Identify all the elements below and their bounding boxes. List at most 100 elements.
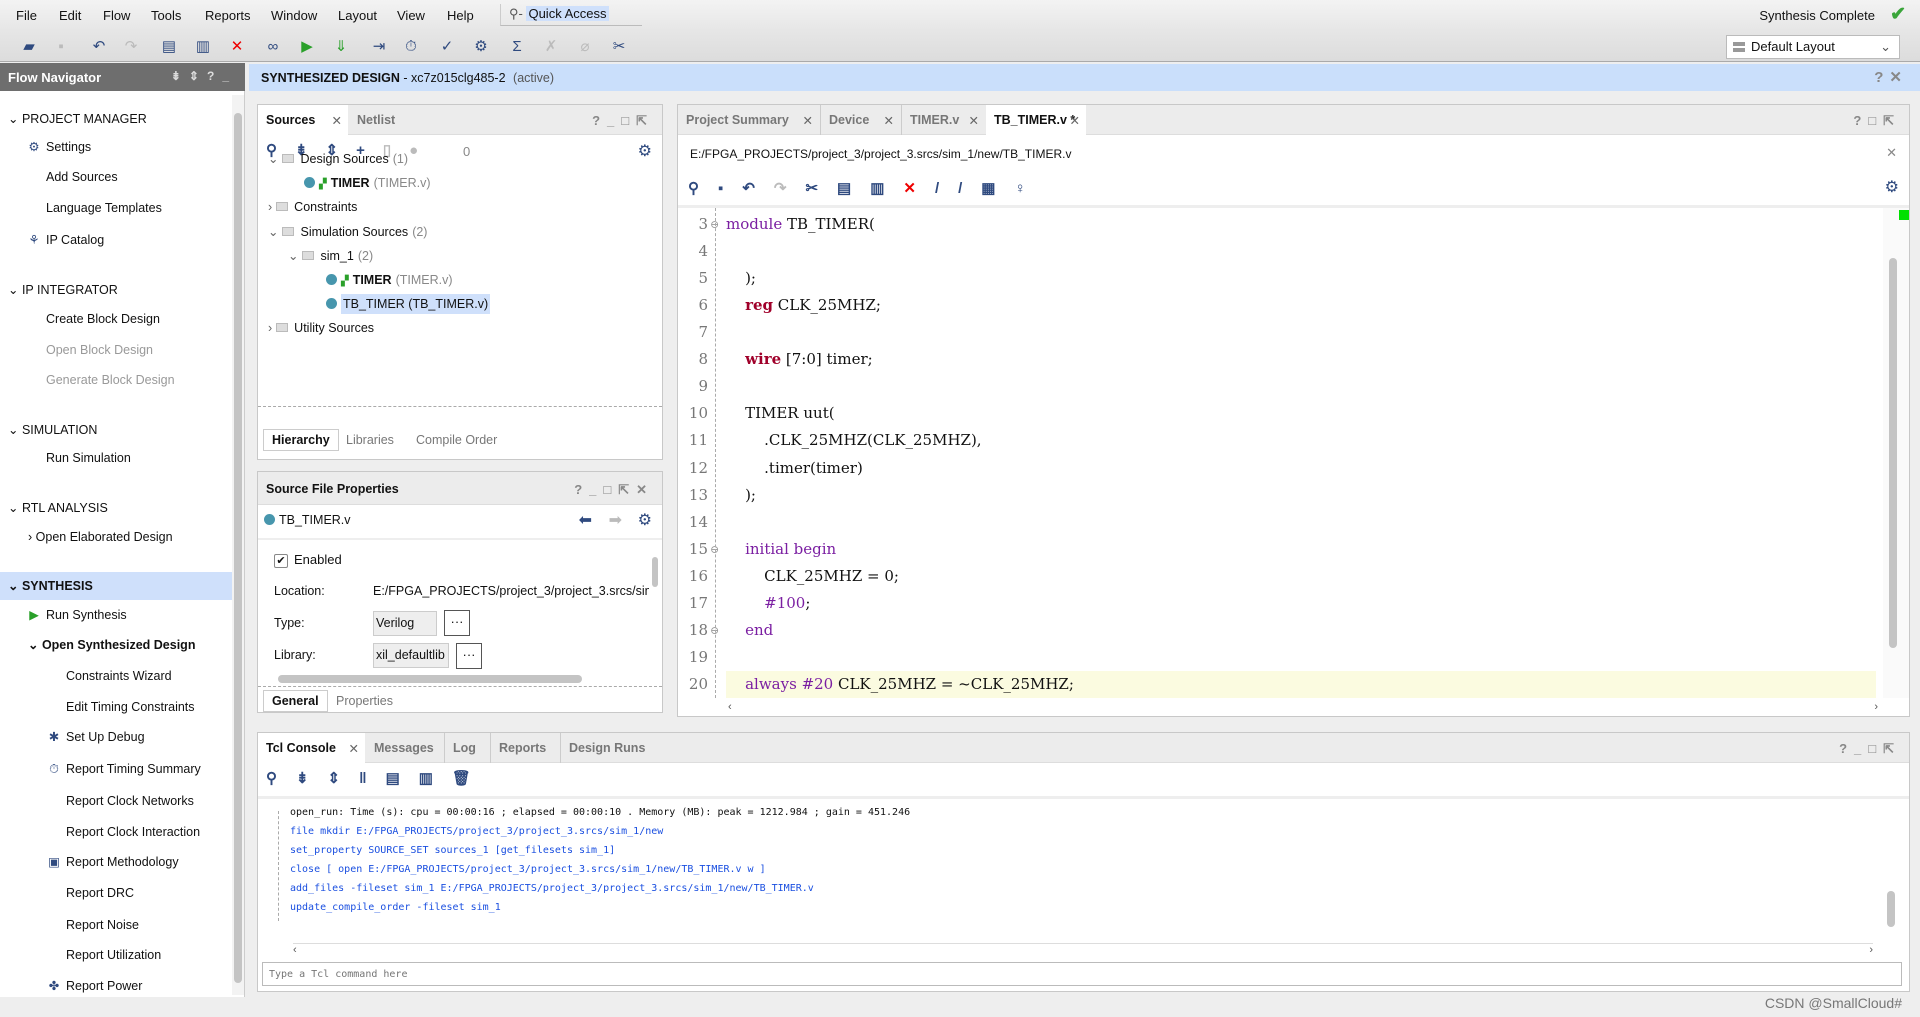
type-field[interactable]: Verilog xyxy=(373,611,437,636)
forward-arrow-icon[interactable]: ➡ xyxy=(609,510,622,530)
chevron-down-icon[interactable]: ⌄ xyxy=(8,283,22,297)
tab-libraries[interactable]: Libraries xyxy=(338,430,402,452)
tab-messages[interactable]: Messages xyxy=(366,733,441,763)
flow-item-edit-timing-constraints[interactable]: Edit Timing Constraints xyxy=(0,693,232,721)
flow-section-ip-integrator[interactable]: ⌄ IP INTEGRATOR xyxy=(0,276,232,304)
flow-item-add-sources[interactable]: Add Sources xyxy=(0,163,232,191)
flow-item-settings[interactable]: ⚙ Settings xyxy=(0,133,232,161)
panel-controls[interactable]: ?_□⇱✕ xyxy=(574,482,654,498)
tree-node[interactable]: ⌄ Simulation Sources (2) xyxy=(268,220,427,244)
tab-netlist[interactable]: Netlist xyxy=(349,105,409,135)
code-line[interactable]: 7 xyxy=(678,319,1858,346)
quick-access-search[interactable]: ⚲- Quick Access xyxy=(500,4,642,26)
flow-item-report-utilization[interactable]: Report Utilization xyxy=(0,941,232,969)
banner-controls[interactable]: ?✕ xyxy=(1874,68,1908,86)
flow-item-report-drc[interactable]: Report DRC xyxy=(0,879,232,907)
scroll-thumb[interactable] xyxy=(234,113,242,983)
gear-icon[interactable]: ⚙ xyxy=(1885,177,1899,197)
flow-item-open-elaborated-design[interactable]: › Open Elaborated Design xyxy=(0,523,232,551)
program-device-icon[interactable]: ⇓ xyxy=(330,36,352,58)
tab-log[interactable]: Log xyxy=(444,733,489,763)
flow-item-report-clock-interaction[interactable]: Report Clock Interaction xyxy=(0,818,232,846)
tab-reports[interactable]: Reports xyxy=(490,733,558,763)
cross-tools-icon[interactable]: ✂ xyxy=(608,36,630,58)
chevron-down-icon[interactable]: ⌄ xyxy=(268,152,278,166)
menu-window[interactable]: Window xyxy=(271,8,317,23)
flow-item-ip-catalog[interactable]: ⚘ IP Catalog xyxy=(0,226,232,254)
panel-controls[interactable]: ?_□⇱ xyxy=(592,113,654,129)
tree-node[interactable]: ▞ TIMER (TIMER.v) xyxy=(326,268,453,292)
chevron-down-icon[interactable]: ⌄ xyxy=(28,638,42,652)
flow-item-report-noise[interactable]: Report Noise xyxy=(0,911,232,939)
code-line[interactable]: 9 xyxy=(678,373,1858,400)
flow-item-run-simulation[interactable]: Run Simulation xyxy=(0,444,232,472)
tab-device[interactable]: Device ✕ xyxy=(820,105,900,135)
flow-item-report-timing-summary[interactable]: ⏱ Report Timing Summary xyxy=(0,755,232,783)
menu-view[interactable]: View xyxy=(397,8,425,23)
flow-item-open-block-design[interactable]: Open Block Design xyxy=(0,336,232,364)
code-line[interactable]: 14 xyxy=(678,509,1858,536)
tab-general[interactable]: General xyxy=(263,690,328,712)
tree-node[interactable]: › Utility Sources xyxy=(268,316,374,340)
chevron-down-icon[interactable]: ⌄ xyxy=(288,249,298,263)
gear-icon[interactable]: ⚙ xyxy=(470,36,492,58)
vertical-scrollbar[interactable] xyxy=(1883,208,1909,698)
library-field[interactable]: xil_defaultlib xyxy=(373,643,449,668)
flow-section-simulation[interactable]: ⌄ SIMULATION xyxy=(0,416,232,444)
flow-item-generate-block-design[interactable]: Generate Block Design xyxy=(0,366,232,394)
code-line[interactable]: 10 TIMER uut( xyxy=(678,400,1858,427)
code-line[interactable]: 16 CLK_25MHZ = 0; xyxy=(678,563,1858,590)
flow-item-create-block-design[interactable]: Create Block Design xyxy=(0,305,232,333)
console-toolbar[interactable]: ⚲⇟⇕‖▤▥🗑 xyxy=(266,769,490,787)
panel-controls[interactable]: ?□⇱ xyxy=(1853,113,1901,129)
tab-hierarchy[interactable]: Hierarchy xyxy=(263,429,339,451)
clipboard-check-icon[interactable]: ✓ xyxy=(436,36,458,58)
chevron-right-icon[interactable]: › xyxy=(268,200,272,214)
tab-timer-v[interactable]: TIMER.v ✕ xyxy=(901,105,985,135)
redo-icon[interactable]: ↷ xyxy=(120,36,142,58)
sigma-icon[interactable]: Σ xyxy=(506,36,528,58)
menu-help[interactable]: Help xyxy=(447,8,474,23)
code-line[interactable]: 13 ); xyxy=(678,482,1858,509)
type-more-button[interactable]: ··· xyxy=(444,610,470,636)
tree-node[interactable]: ⌄ sim_1 (2) xyxy=(288,244,373,268)
menu-layout[interactable]: Layout xyxy=(338,8,377,23)
tree-node[interactable]: TB_TIMER (TB_TIMER.v) xyxy=(326,292,491,316)
menu-tools[interactable]: Tools xyxy=(151,8,181,23)
code-line[interactable]: 4 xyxy=(678,238,1858,265)
code-line[interactable]: 12 .timer(timer) xyxy=(678,455,1858,482)
save-icon[interactable]: ▪ xyxy=(50,36,72,58)
code-line[interactable]: 5 ); xyxy=(678,265,1858,292)
panel-controls[interactable]: ⇟⇕?_ xyxy=(171,69,237,83)
flow-section-synthesis[interactable]: ⌄ SYNTHESIS xyxy=(0,572,232,600)
run-icon[interactable]: ▶ xyxy=(296,36,318,58)
vertical-scrollbar[interactable] xyxy=(652,557,658,587)
horizontal-scrollbar[interactable] xyxy=(278,675,582,683)
flow-item-report-power[interactable]: ✤ Report Power xyxy=(0,972,232,1000)
flow-section-rtl-analysis[interactable]: ⌄ RTL ANALYSIS xyxy=(0,494,232,522)
code-line[interactable]: 17 #100; xyxy=(678,590,1858,617)
flow-navigator-scrollbar[interactable] xyxy=(232,95,244,995)
disabled-tool-icon[interactable]: ✗ xyxy=(540,36,562,58)
tab-project-summary[interactable]: Project Summary ✕ xyxy=(678,105,819,135)
horizontal-scrollbar[interactable]: ‹ › xyxy=(728,701,1878,713)
delete-icon[interactable]: ✕ xyxy=(226,36,248,58)
tab-compile-order[interactable]: Compile Order xyxy=(408,430,505,452)
chevron-down-icon[interactable]: ⌄ xyxy=(268,225,278,239)
chevron-down-icon[interactable]: ⌄ xyxy=(8,423,22,437)
tab-tcl-console[interactable]: Tcl Console ✕ xyxy=(258,733,365,763)
code-line[interactable]: 8 wire [7:0] timer; xyxy=(678,346,1858,373)
close-icon[interactable]: ✕ xyxy=(1886,145,1897,161)
flow-item-set-up-debug[interactable]: ✱ Set Up Debug xyxy=(0,723,232,751)
copy-icon[interactable]: ▤ xyxy=(158,36,180,58)
code-editor[interactable]: 3 ⊖ module TB_TIMER(4 5 ); 6 reg CLK_25MHZ; 7… xyxy=(678,208,1883,698)
menu-reports[interactable]: Reports xyxy=(205,8,251,23)
flow-item-report-clock-networks[interactable]: Report Clock Networks xyxy=(0,787,232,815)
tab-tb-timer-v[interactable]: TB_TIMER.v * ✕ xyxy=(986,105,1086,135)
tcl-command-input[interactable] xyxy=(262,962,1902,986)
flow-item-run-synthesis[interactable]: ▶ Run Synthesis xyxy=(0,601,232,629)
timer-icon[interactable]: ⏱ xyxy=(400,36,422,58)
code-line[interactable]: 19 xyxy=(678,644,1858,671)
chevron-down-icon[interactable]: ⌄ xyxy=(8,579,22,593)
gear-icon[interactable]: ⚙ xyxy=(638,141,652,161)
